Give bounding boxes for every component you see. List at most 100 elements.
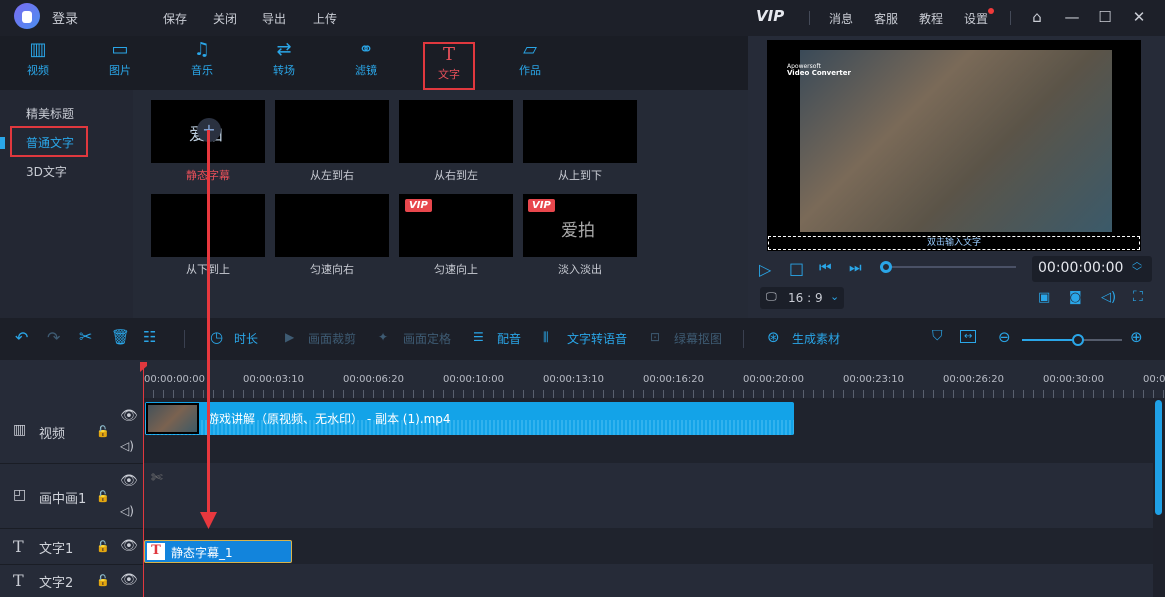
avatar[interactable] — [14, 3, 40, 29]
eye-icon[interactable]: 👁 — [120, 473, 138, 489]
video-clip[interactable]: 游戏讲解（原视频、无水印） - 副本 (1).mp4 — [145, 402, 794, 435]
close-menu[interactable]: 关闭 — [213, 10, 237, 27]
text1-track — [143, 528, 1153, 564]
pip-icon: ◰ — [13, 487, 27, 503]
crop-button[interactable]: 画面裁剪 — [308, 330, 356, 347]
tutorial-menu[interactable]: 教程 — [919, 10, 943, 27]
settings-menu[interactable]: 设置 — [964, 10, 988, 27]
green-screen-button[interactable]: 绿幕抠图 — [674, 330, 722, 347]
voiceover-button[interactable]: 配音 — [497, 330, 521, 347]
eye-icon[interactable]: 👁 — [120, 572, 138, 588]
tab-image[interactable]: ▭ 图片 — [90, 36, 150, 90]
screen-settings-icon[interactable]: ▣ — [1038, 290, 1050, 305]
template-card[interactable]: VIP — [399, 194, 513, 257]
previous-frame-icon[interactable]: ⏮ — [819, 260, 832, 276]
text-category-sidebar: 精美标题 普通文字 3D文字 — [0, 90, 133, 318]
delete-icon[interactable]: 🗑 — [111, 328, 130, 346]
upload-menu[interactable]: 上传 — [313, 10, 337, 27]
lock-icon[interactable]: 🔓 — [96, 574, 110, 587]
playhead[interactable] — [143, 362, 144, 597]
tab-transition[interactable]: ⇄ 转场 — [254, 36, 314, 90]
template-card[interactable]: VIP 爱拍 — [523, 194, 637, 257]
fullscreen-icon[interactable]: ⛶ — [1133, 289, 1143, 305]
messages-menu[interactable]: 消息 — [829, 10, 853, 27]
close-icon[interactable]: ✕ — [1128, 6, 1150, 28]
text-to-speech-button[interactable]: 文字转语音 — [567, 330, 627, 347]
image-icon: ▭ — [111, 39, 129, 60]
lock-icon[interactable]: 🔓 — [96, 540, 110, 553]
play-icon[interactable]: ▷ — [759, 260, 771, 279]
sidebar-item-fancy-title[interactable]: 精美标题 — [26, 105, 74, 122]
playback-handle[interactable] — [880, 261, 892, 273]
pip-track — [143, 463, 1153, 528]
generate-icon: ⊛ — [767, 328, 780, 346]
zoom-in-icon[interactable]: ⊕ — [1130, 328, 1143, 346]
text-clip[interactable]: T 静态字幕_1 — [144, 540, 292, 563]
text-icon: T — [442, 44, 455, 65]
volume-icon[interactable]: ◁) — [120, 439, 134, 453]
login-link[interactable]: 登录 — [52, 8, 78, 27]
time-ruler[interactable]: 00:00:00:00 00:00:03:10 00:00:06:20 00:0… — [143, 360, 1165, 398]
text-input-box[interactable]: 双击输入文字 — [768, 236, 1140, 250]
lock-icon[interactable]: 🔓 — [96, 425, 110, 438]
minimize-icon[interactable]: — — [1061, 6, 1083, 28]
monitor-icon: 🖵 — [766, 290, 777, 303]
film-icon: ▥ — [13, 422, 27, 438]
scissors-icon: ✄ — [151, 470, 163, 486]
vip-button[interactable]: VIP — [756, 7, 784, 25]
title-bar: 登录 保存 关闭 导出 上传 VIP 消息 客服 教程 设置 ⌂ — ☐ ✕ — [0, 0, 1165, 36]
freeze-frame-button[interactable]: 画面定格 — [403, 330, 451, 347]
support-menu[interactable]: 客服 — [874, 10, 898, 27]
annotation-arrow — [207, 130, 210, 515]
maximize-icon[interactable]: ☐ — [1094, 6, 1116, 28]
text-template-grid: 爱拍+ 静态字幕 从左到右 从右到左 从上到下 从下到上 匀速向右 VIP 匀速… — [133, 90, 748, 318]
vertical-scrollbar[interactable] — [1155, 400, 1162, 515]
template-card[interactable] — [399, 100, 513, 163]
template-card[interactable] — [275, 194, 389, 257]
eye-icon[interactable]: 👁 — [120, 538, 138, 554]
zoom-slider[interactable] — [1078, 339, 1122, 341]
notification-dot — [988, 8, 994, 14]
tab-text[interactable]: T 文字 — [423, 42, 475, 90]
camera-icon[interactable]: ◙ — [1069, 290, 1082, 305]
edit-toolbar: ↶ ↷ ✂ 🗑 ☷ ◷ 时长 ▶ 画面裁剪 ✦ 画面定格 ☰ 配音 ⫼ 文字转语… — [0, 318, 1165, 360]
playback-slider[interactable] — [886, 266, 1016, 268]
transition-icon: ⇄ — [276, 39, 292, 60]
tab-video[interactable]: ▥ 视频 — [8, 36, 68, 90]
adjust-icon[interactable]: ☷ — [143, 328, 156, 346]
scissors-icon[interactable]: ✂ — [79, 327, 92, 346]
sidebar-item-normal-text[interactable]: 普通文字 — [26, 134, 74, 151]
aspect-ratio-select[interactable]: 🖵 16 : 9 ⌄ — [760, 287, 844, 309]
duration-button[interactable]: 时长 — [234, 330, 258, 347]
video-preview[interactable]: Apowersoft Video Converter 双击输入文字 — [767, 40, 1141, 251]
eye-icon[interactable]: 👁 — [120, 408, 138, 424]
generate-material-button[interactable]: 生成素材 — [792, 330, 840, 347]
stepper-icon[interactable]: ︿ ﹀ — [1132, 258, 1142, 278]
tab-music[interactable]: ♫ 音乐 — [172, 36, 232, 90]
redo-icon[interactable]: ↷ — [47, 328, 60, 347]
template-card[interactable] — [523, 100, 637, 163]
zoom-out-icon[interactable]: ⊖ — [998, 328, 1011, 346]
stop-icon[interactable]: □ — [789, 259, 804, 278]
volume-icon[interactable]: ◁) — [1101, 290, 1116, 305]
video-frame — [800, 50, 1112, 232]
tab-filter[interactable]: ⚭ 滤镜 — [336, 36, 396, 90]
zoom-handle[interactable] — [1072, 334, 1084, 346]
template-card[interactable] — [275, 100, 389, 163]
save-menu[interactable]: 保存 — [163, 10, 187, 27]
lock-icon[interactable]: 🔓 — [96, 490, 110, 503]
timecode-field[interactable]: 00:00:00:00 ︿ ﹀ — [1032, 256, 1152, 282]
export-menu[interactable]: 导出 — [262, 10, 286, 27]
fit-timeline-icon[interactable]: ↔ — [960, 330, 977, 343]
marker-icon[interactable]: ⛉ — [932, 328, 943, 344]
volume-icon[interactable]: ◁) — [120, 504, 134, 518]
vip-badge: VIP — [405, 199, 432, 212]
sidebar-item-3d-text[interactable]: 3D文字 — [26, 163, 67, 180]
text-icon: T — [13, 537, 24, 556]
freeze-icon: ✦ — [378, 330, 389, 344]
home-icon[interactable]: ⌂ — [1026, 6, 1048, 28]
undo-icon[interactable]: ↶ — [15, 328, 28, 347]
music-icon: ♫ — [193, 39, 211, 60]
tab-works[interactable]: ▱ 作品 — [500, 36, 560, 90]
next-frame-icon[interactable]: ⏭ — [849, 260, 862, 276]
